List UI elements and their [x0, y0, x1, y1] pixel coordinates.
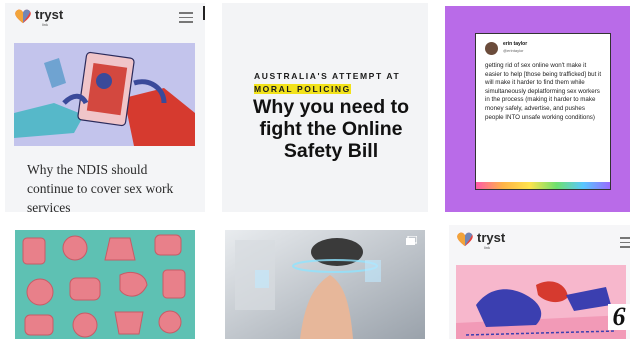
article-title[interactable]: Why you need to fight the Online Safety …	[236, 96, 426, 162]
tryst-logo-icon	[457, 232, 473, 247]
brand-name: tryst	[477, 230, 506, 245]
brand-sub: link	[484, 245, 491, 250]
gallery-icon	[406, 236, 417, 245]
tryst-brand[interactable]: tryst link	[14, 7, 64, 27]
kicker-line: AUSTRALIA'S ATTEMPT AT	[254, 71, 401, 81]
article-title[interactable]: Why the NDIS should continue to cover se…	[27, 160, 197, 212]
tweet-card[interactable]: erin taylor @erintaylor getting rid of s…	[445, 6, 630, 212]
tweet-author-handle: @erintaylor	[503, 48, 524, 53]
hamburger-menu-icon[interactable]	[179, 12, 193, 26]
rainbow-bar	[476, 182, 610, 189]
kicker-highlight: MORAL POLICING	[254, 84, 351, 94]
article-card-online-safety-bill[interactable]: AUSTRALIA'S ATTEMPT AT MORAL POLICING Wh…	[222, 3, 428, 212]
teal-illustration	[15, 230, 195, 339]
tryst-illustration	[456, 265, 626, 339]
avatar	[485, 42, 498, 55]
article-card-ndis[interactable]: tryst link Why the NDIS should continue …	[5, 3, 205, 212]
hamburger-menu-icon[interactable]	[620, 237, 630, 251]
tryst-logo-icon	[15, 9, 31, 24]
tryst-brand[interactable]: tryst link	[456, 230, 506, 250]
article-card-tryst[interactable]: tryst link	[449, 225, 630, 339]
tweet-author-name: erin taylor	[503, 41, 528, 47]
tweet-embed: erin taylor @erintaylor getting rid of s…	[475, 33, 611, 190]
image-card-photo[interactable]	[225, 230, 425, 339]
photo-image	[225, 230, 425, 339]
brand-name: tryst	[35, 7, 64, 22]
tweet-text: getting rid of sex online won't make it …	[485, 62, 602, 121]
ndis-illustration	[14, 43, 195, 146]
page-number-badge: 6	[608, 304, 630, 330]
brand-sub: link	[42, 22, 49, 27]
article-kicker: AUSTRALIA'S ATTEMPT AT MORAL POLICING	[254, 70, 404, 96]
image-card-teal[interactable]	[15, 230, 195, 339]
text-cursor	[203, 6, 205, 20]
